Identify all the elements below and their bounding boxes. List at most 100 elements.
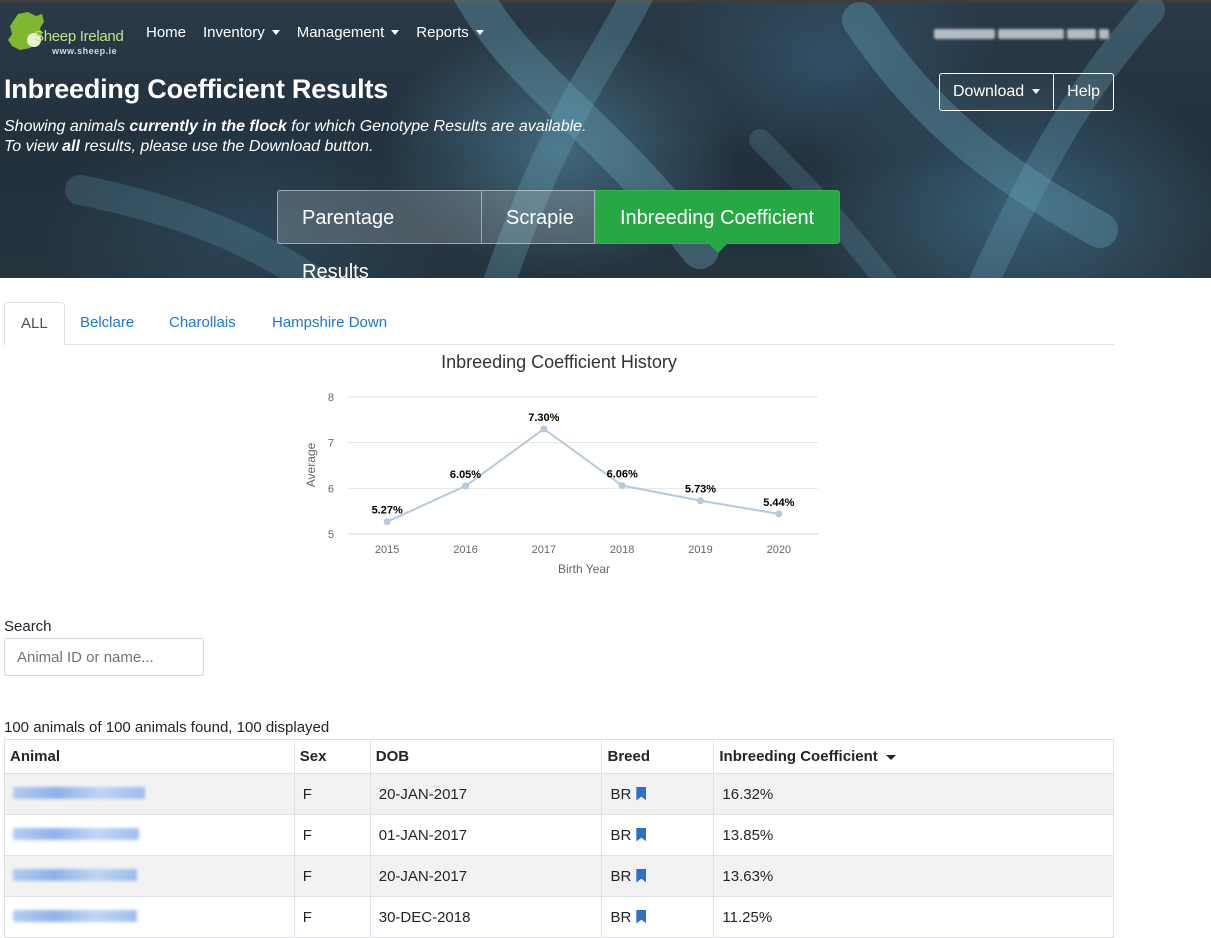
table-row: F 30-DEC-2018 BR 11.25%: [4, 896, 1114, 938]
animal-link[interactable]: [13, 827, 139, 840]
chart-y-axis-label: Average: [304, 442, 318, 487]
sex-cell: F: [293, 855, 371, 897]
header-actions: Download Help: [939, 73, 1115, 111]
subtitle-line-2: To view all results, please use the Down…: [4, 137, 587, 157]
column-header-inbreeding-coefficient[interactable]: Inbreeding Coefficient: [713, 739, 1114, 774]
tab-charollais[interactable]: Charollais: [169, 302, 236, 344]
nav-reports-dropdown[interactable]: Reports: [416, 24, 484, 41]
dob-cell: 20-JAN-2017: [369, 855, 603, 897]
tab-belclare[interactable]: Belclare: [80, 302, 134, 344]
chart-data-label: 5.27%: [372, 505, 403, 517]
caret-down-icon: [391, 30, 400, 35]
chart-data-point: [462, 482, 469, 490]
nav-management-label: Management: [296, 24, 385, 41]
column-header-label: Inbreeding Coefficient: [719, 748, 878, 765]
chart-x-ticks: 2015 2016 2017 2018 2019 2020: [375, 544, 791, 556]
animal-cell: [4, 855, 295, 897]
chart-x-tick-label: 2020: [767, 544, 791, 556]
segment-scrapie[interactable]: Scrapie: [482, 190, 595, 244]
subtitle-line-1: Showing animals currently in the flock f…: [4, 117, 587, 137]
bookmark-icon[interactable]: [636, 909, 647, 924]
chart-x-axis-label: Birth Year: [558, 562, 610, 576]
nav-home[interactable]: Home: [146, 24, 186, 41]
bookmark-icon[interactable]: [636, 786, 647, 801]
user-account-menu[interactable]: [934, 27, 1110, 41]
tab-hampshire-down[interactable]: Hampshire Down: [272, 302, 387, 344]
animal-link[interactable]: [13, 909, 137, 922]
help-button[interactable]: Help: [1054, 73, 1115, 111]
chart-data-label: 5.44%: [763, 497, 794, 509]
chart-data-label: 6.06%: [607, 469, 638, 481]
nav-home-label: Home: [146, 24, 187, 41]
nav-reports-label: Reports: [416, 24, 469, 41]
animal-cell: [4, 896, 295, 938]
chart-svg: Inbreeding Coefficient History 5 6 7 8 2015…: [304, 352, 818, 576]
table-row: F 20-JAN-2017 BR 16.32%: [4, 773, 1114, 815]
breed-code: BR: [610, 826, 632, 844]
breed-code: BR: [610, 867, 632, 885]
animal-link[interactable]: [13, 786, 145, 799]
breed-code: BR: [610, 908, 632, 926]
sex-cell: F: [293, 814, 371, 856]
chart-points: [383, 425, 783, 526]
results-count: 100 animals of 100 animals found, 100 di…: [4, 719, 330, 736]
download-dropdown-button[interactable]: Download: [939, 73, 1055, 111]
brand-name: Sheep Ireland: [34, 28, 124, 45]
coefficient-cell: 16.32%: [713, 773, 1114, 815]
sheep-ireland-logo[interactable]: Sheep Ireland www.sheep.ie: [6, 8, 126, 58]
chart-x-tick-label: 2018: [610, 544, 634, 556]
chart-title: Inbreeding Coefficient History: [441, 352, 677, 372]
subtitle-text: results, please use the Download button.: [79, 138, 374, 155]
subtitle-text: Showing animals: [4, 118, 130, 135]
column-header-dob[interactable]: DOB: [369, 739, 603, 774]
coefficient-cell: 13.63%: [713, 855, 1114, 897]
segment-parentage-results[interactable]: Parentage Results: [277, 190, 482, 278]
subtitle-text: To view: [4, 138, 63, 155]
column-header-breed[interactable]: Breed: [601, 739, 715, 774]
bookmark-icon[interactable]: [636, 827, 647, 842]
chart-data-point: [383, 518, 391, 526]
segment-inbreeding-coefficient[interactable]: Inbreeding Coefficient: [595, 190, 840, 253]
chart-y-tick-label: 8: [328, 392, 334, 404]
breed-tabs: ALL Belclare Charollais Hampshire Down: [4, 302, 1114, 346]
breed-cell: BR: [601, 855, 715, 897]
table-row: F 20-JAN-2017 BR 13.63%: [4, 855, 1114, 897]
caret-down-icon: [271, 30, 280, 35]
inbreeding-history-chart: Inbreeding Coefficient History 5 6 7 8 2015…: [300, 345, 830, 585]
sex-cell: F: [293, 773, 371, 815]
brand-url: www.sheep.ie: [52, 46, 118, 56]
caret-down-icon: [1032, 89, 1041, 95]
search-label: Search: [4, 618, 52, 635]
chart-x-tick-label: 2019: [688, 544, 712, 556]
table-header-row: Animal Sex DOB Breed Inbreeding Coeffici…: [4, 739, 1114, 774]
sort-desc-icon: [885, 754, 896, 760]
sex-cell: F: [293, 896, 371, 938]
column-header-animal[interactable]: Animal: [4, 739, 295, 774]
nav-inventory-dropdown[interactable]: Inventory: [203, 24, 280, 41]
dob-cell: 01-JAN-2017: [369, 814, 603, 856]
chart-y-tick-label: 5: [328, 529, 334, 541]
breed-cell: BR: [601, 896, 715, 938]
search-input[interactable]: [4, 638, 204, 676]
results-type-switch: Parentage Results Scrapie Inbreeding Coe…: [277, 190, 840, 278]
dob-cell: 20-JAN-2017: [369, 773, 603, 815]
chart-x-tick-label: 2017: [532, 544, 556, 556]
bookmark-icon[interactable]: [636, 868, 647, 883]
tab-all[interactable]: ALL: [4, 302, 65, 346]
animal-link[interactable]: [13, 868, 137, 881]
chart-data-point: [775, 510, 783, 518]
chart-data-label: 7.30%: [528, 412, 559, 424]
breed-code: BR: [610, 785, 632, 803]
breed-cell: BR: [601, 773, 715, 815]
table-row: F 01-JAN-2017 BR 13.85%: [4, 814, 1114, 856]
nav-management-dropdown[interactable]: Management: [297, 24, 400, 41]
column-header-sex[interactable]: Sex: [293, 739, 371, 774]
coefficient-cell: 11.25%: [713, 896, 1114, 938]
subtitle-emphasis: all: [62, 138, 80, 155]
page-header-banner: Sheep Ireland www.sheep.ie Home Inventor…: [0, 0, 1211, 278]
dob-cell: 30-DEC-2018: [369, 896, 603, 938]
chart-data-point: [697, 497, 704, 505]
animal-cell: [4, 814, 295, 856]
coefficient-cell: 13.85%: [713, 814, 1114, 856]
results-table: Animal Sex DOB Breed Inbreeding Coeffici…: [4, 739, 1114, 938]
